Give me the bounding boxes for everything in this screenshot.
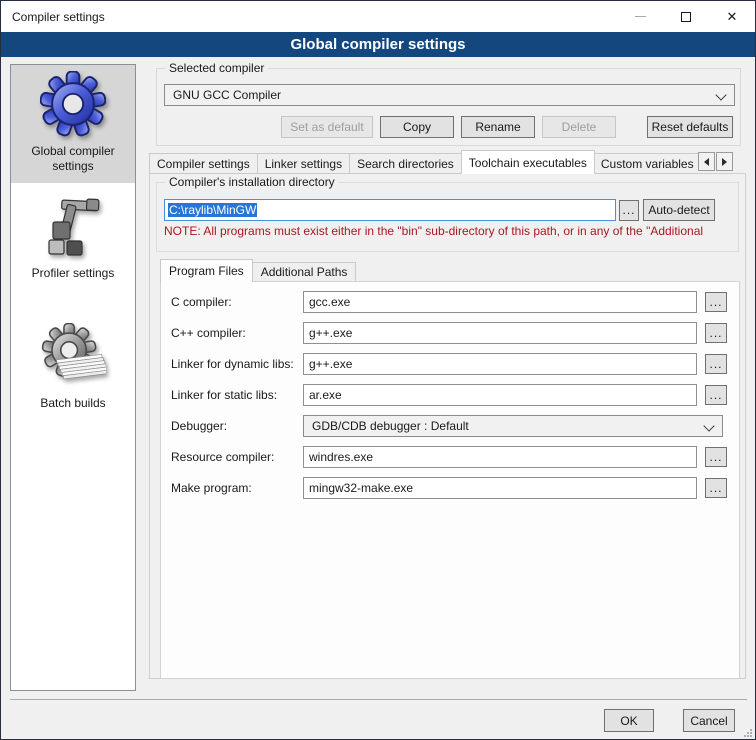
caliper-icon xyxy=(40,193,106,262)
compiler-select[interactable]: GNU GCC Compiler xyxy=(164,84,735,106)
arrow-left-icon xyxy=(704,158,709,166)
debugger-select[interactable]: GDB/CDB debugger : Default xyxy=(303,415,723,437)
settings-category-list: Global compiler settings Profiler settin… xyxy=(10,64,136,691)
tab-additional-paths[interactable]: Additional Paths xyxy=(253,262,357,282)
sidebar-item-label: Batch builds xyxy=(40,396,105,411)
footer-divider xyxy=(10,699,747,700)
cpp-compiler-row: C++ compiler: ... xyxy=(171,322,739,344)
make-program-row: Make program: ... xyxy=(171,477,739,499)
window-title: Compiler settings xyxy=(1,10,105,24)
tab-scroll-left-button[interactable] xyxy=(698,152,715,171)
title-bar[interactable]: Compiler settings ✕ xyxy=(1,1,755,32)
linker-dynamic-label: Linker for dynamic libs: xyxy=(171,357,303,371)
resource-compiler-row: Resource compiler: ... xyxy=(171,446,739,468)
resize-grip[interactable] xyxy=(743,727,753,740)
cpp-compiler-label: C++ compiler: xyxy=(171,326,303,340)
selected-compiler-group-label: Selected compiler xyxy=(165,61,268,75)
make-program-browse-button[interactable]: ... xyxy=(705,478,727,498)
installation-directory-row: C:\raylib\MinGW ... Auto-detect xyxy=(164,199,715,221)
bin-subdirectory-note: NOTE: All programs must exist either in … xyxy=(164,224,736,238)
maximize-button[interactable] xyxy=(663,1,709,32)
program-files-notebook: Program Files Additional Paths C compile… xyxy=(160,259,740,679)
settings-tab-strip: Compiler settings Linker settings Search… xyxy=(149,150,698,174)
program-files-page: C compiler: ... C++ compiler: ... Linker… xyxy=(160,281,740,679)
tab-scroll-right-button[interactable] xyxy=(716,152,733,171)
cpp-compiler-input[interactable] xyxy=(303,322,697,344)
installation-dir-input[interactable]: C:\raylib\MinGW xyxy=(164,199,616,221)
linker-dynamic-row: Linker for dynamic libs: ... xyxy=(171,353,739,375)
chevron-down-icon xyxy=(715,89,726,100)
c-compiler-row: C compiler: ... xyxy=(171,291,739,313)
tab-toolchain-executables[interactable]: Toolchain executables xyxy=(461,150,595,174)
close-icon: ✕ xyxy=(727,9,738,25)
resource-compiler-input[interactable] xyxy=(303,446,697,468)
set-as-default-button[interactable]: Set as default xyxy=(281,116,373,138)
selected-compiler-group: Selected compiler GNU GCC Compiler Set a… xyxy=(156,68,741,146)
tab-compiler-settings[interactable]: Compiler settings xyxy=(149,153,258,174)
tab-linker-settings[interactable]: Linker settings xyxy=(258,153,350,174)
debugger-label: Debugger: xyxy=(171,419,303,433)
c-compiler-input[interactable] xyxy=(303,291,697,313)
debugger-select-value: GDB/CDB debugger : Default xyxy=(312,419,469,433)
resource-compiler-label: Resource compiler: xyxy=(171,450,303,464)
sidebar-item-batch-builds[interactable]: Batch builds xyxy=(11,321,135,431)
dialog-banner: Global compiler settings xyxy=(1,32,755,57)
rename-button[interactable]: Rename xyxy=(461,116,535,138)
caption-buttons: ✕ xyxy=(617,1,755,32)
sidebar-item-profiler-settings[interactable]: Profiler settings xyxy=(11,183,135,293)
compiler-buttons-row: Set as default Copy Rename Delete Reset … xyxy=(281,116,733,138)
compiler-select-value: GNU GCC Compiler xyxy=(173,88,281,102)
close-button[interactable]: ✕ xyxy=(709,1,755,32)
arrow-right-icon xyxy=(722,158,727,166)
toolchain-executables-page: Compiler's installation directory C:\ray… xyxy=(149,173,746,679)
linker-static-label: Linker for static libs: xyxy=(171,388,303,402)
sidebar-item-label: Global compiler settings xyxy=(11,144,135,174)
cpp-compiler-browse-button[interactable]: ... xyxy=(705,323,727,343)
compiler-settings-dialog: Compiler settings ✕ Global compiler sett… xyxy=(0,0,756,740)
banner-title: Global compiler settings xyxy=(290,36,465,53)
linker-static-browse-button[interactable]: ... xyxy=(705,385,727,405)
cancel-button[interactable]: Cancel xyxy=(683,709,735,732)
debugger-row: Debugger: GDB/CDB debugger : Default xyxy=(171,415,739,437)
tab-program-files[interactable]: Program Files xyxy=(160,259,253,282)
chevron-down-icon xyxy=(703,420,714,431)
minimize-icon xyxy=(635,16,646,17)
delete-button[interactable]: Delete xyxy=(542,116,616,138)
linker-static-row: Linker for static libs: ... xyxy=(171,384,739,406)
ok-button[interactable]: OK xyxy=(604,709,654,732)
maximize-icon xyxy=(681,12,691,22)
gear-stack-icon xyxy=(40,323,106,392)
sidebar-item-global-compiler-settings[interactable]: Global compiler settings xyxy=(11,65,135,183)
installation-dir-browse-button[interactable]: ... xyxy=(619,200,639,221)
resource-compiler-browse-button[interactable]: ... xyxy=(705,447,727,467)
minimize-button[interactable] xyxy=(617,1,663,32)
gear-blue-icon xyxy=(40,71,106,140)
copy-button[interactable]: Copy xyxy=(380,116,454,138)
make-program-label: Make program: xyxy=(171,481,303,495)
linker-dynamic-input[interactable] xyxy=(303,353,697,375)
auto-detect-button[interactable]: Auto-detect xyxy=(643,199,715,221)
linker-static-input[interactable] xyxy=(303,384,697,406)
reset-defaults-button[interactable]: Reset defaults xyxy=(647,116,733,138)
sidebar-item-label: Profiler settings xyxy=(32,266,115,281)
program-files-tab-strip: Program Files Additional Paths xyxy=(160,259,740,282)
installation-directory-group-label: Compiler's installation directory xyxy=(165,175,339,189)
make-program-input[interactable] xyxy=(303,477,697,499)
tab-custom-variables[interactable]: Custom variables xyxy=(594,153,698,174)
c-compiler-label: C compiler: xyxy=(171,295,303,309)
installation-directory-group: Compiler's installation directory C:\ray… xyxy=(156,182,739,252)
installation-dir-selected-text: C:\raylib\MinGW xyxy=(168,203,257,217)
tab-search-directories[interactable]: Search directories xyxy=(350,153,462,174)
linker-dynamic-browse-button[interactable]: ... xyxy=(705,354,727,374)
c-compiler-browse-button[interactable]: ... xyxy=(705,292,727,312)
